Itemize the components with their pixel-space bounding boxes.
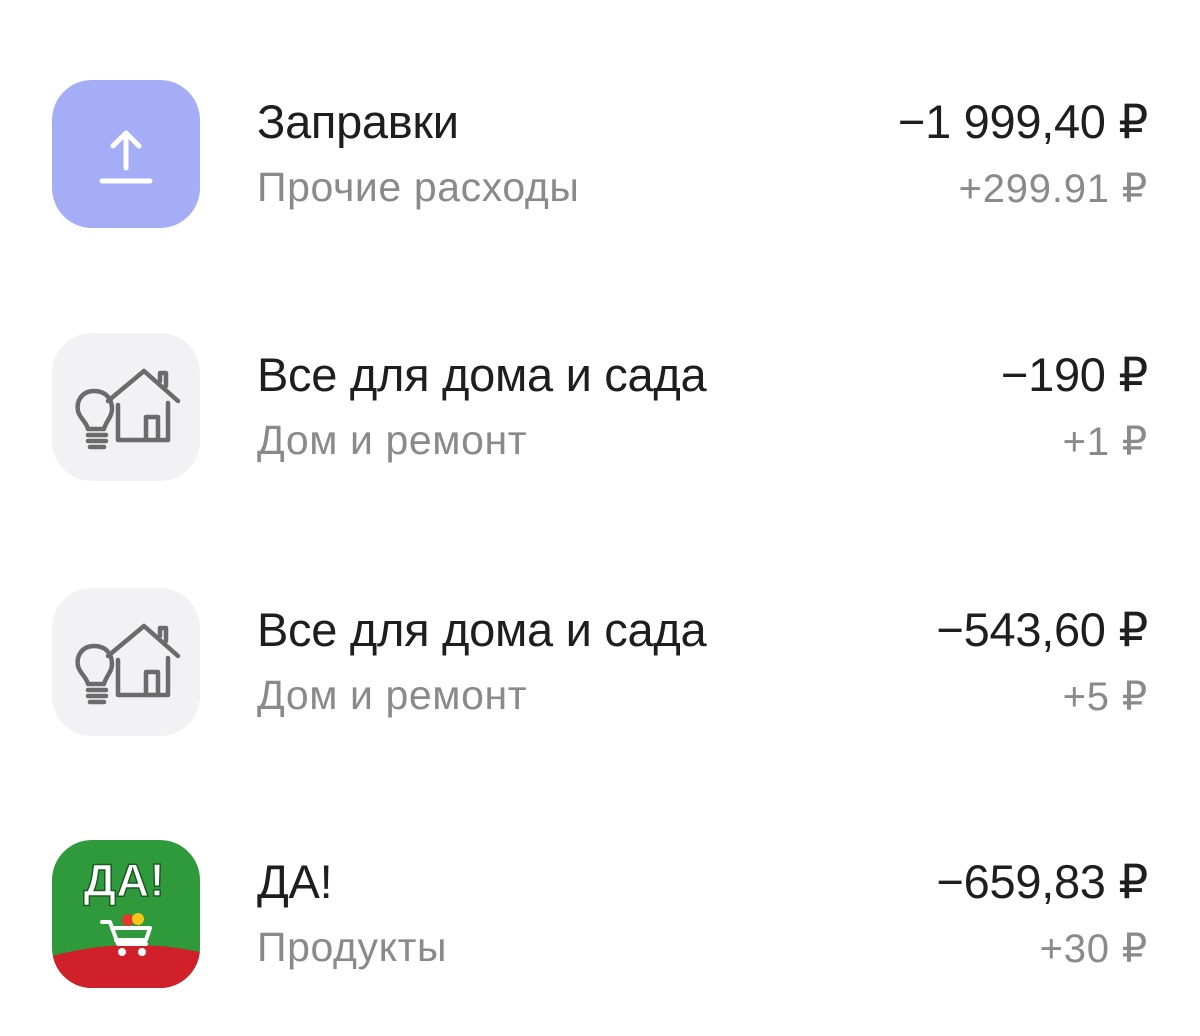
transaction-category: Дом и ремонт — [257, 417, 528, 463]
transaction-cashback: +30 ₽ — [1039, 927, 1148, 971]
transaction-row-fuel[interactable]: Заправки Прочие расходы −1 999,40 ₽ +299… — [52, 80, 1148, 230]
transaction-cashback: +1 ₽ — [1062, 420, 1148, 464]
transaction-amount: −543,60 ₽ — [936, 603, 1149, 656]
da-logo-text: ДА! — [83, 854, 164, 906]
transaction-amount: −190 ₽ — [1000, 348, 1148, 401]
transaction-title: Все для дома и сада — [257, 348, 707, 401]
transaction-row-home-garden[interactable]: Все для дома и сада Дом и ремонт −190 ₽ … — [52, 333, 1148, 483]
house-lightbulb-icon — [52, 333, 200, 481]
upload-arrow-icon — [52, 80, 200, 228]
transaction-amount: −659,83 ₽ — [936, 855, 1149, 908]
transaction-cashback: +299.91 ₽ — [958, 167, 1148, 211]
transaction-row-home-garden[interactable]: Все для дома и сада Дом и ремонт −543,60… — [52, 588, 1148, 738]
transaction-category: Дом и ремонт — [257, 672, 528, 718]
transaction-cashback: +5 ₽ — [1062, 675, 1148, 719]
transactions-list: Заправки Прочие расходы −1 999,40 ₽ +299… — [0, 0, 1200, 1036]
transaction-category: Прочие расходы — [257, 164, 580, 210]
transaction-row-da-store[interactable]: ДА! ДА! Продукты −659,83 ₽ +30 ₽ — [52, 840, 1148, 990]
da-store-logo-icon: ДА! — [52, 840, 200, 988]
transaction-title: Все для дома и сада — [257, 603, 707, 656]
transaction-category: Продукты — [257, 924, 448, 970]
house-lightbulb-icon — [52, 588, 200, 736]
transaction-title: ДА! — [257, 855, 333, 908]
transaction-amount: −1 999,40 ₽ — [897, 95, 1148, 148]
transaction-title: Заправки — [257, 95, 459, 148]
